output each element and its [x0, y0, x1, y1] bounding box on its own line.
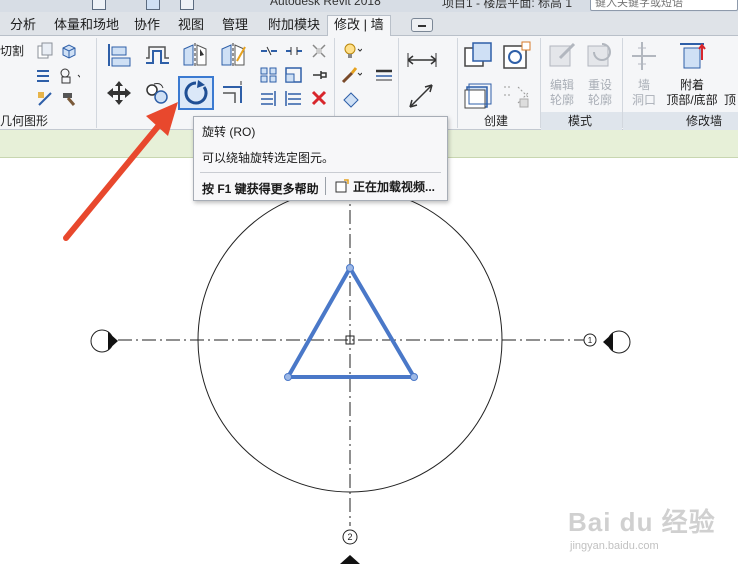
panel-separator: [96, 38, 97, 128]
wall-opening-icon[interactable]: [628, 40, 660, 72]
array-icon[interactable]: [258, 64, 280, 86]
grid-bubble-right: 1: [583, 333, 597, 347]
watermark-brand: Bai du 经验: [568, 507, 716, 537]
rotate-icon: [184, 80, 208, 105]
elevation-marker-bottom: [340, 555, 360, 564]
tooltip-video-label: 正在加载视频...: [353, 179, 436, 194]
mirror-draw-axis-icon[interactable]: [218, 40, 248, 70]
panel-separator: [334, 38, 335, 128]
ribbon-tab-bar: 分析 体量和场地 协作 视图 管理 附加模块 修改 | 墙: [0, 12, 738, 37]
title-bar: Autodesk Revit 2018 项目1 - 楼层平面: 标高 1: [0, 0, 738, 12]
move-icon[interactable]: [104, 78, 134, 108]
cut-label[interactable]: 切割: [0, 44, 24, 59]
rotate-tooltip: 旋转 (RO) 可以绕轴旋转选定图元。 按 F1 键获得更多帮助 正在加载视频.…: [193, 116, 448, 201]
copy-icon[interactable]: [34, 40, 56, 62]
rotate-button[interactable]: [178, 76, 214, 110]
tab-modify-wall[interactable]: 修改 | 墙: [327, 15, 391, 37]
split-gap-icon[interactable]: [283, 40, 305, 62]
aligned-dimension-icon[interactable]: [406, 80, 438, 112]
wall-joins-icon[interactable]: [34, 65, 56, 87]
watermark-site: jingyan.baidu.com: [570, 540, 659, 552]
tab-view[interactable]: 视图: [172, 16, 210, 36]
unpin-icon[interactable]: [308, 40, 330, 62]
grid-bubble-bottom: 2: [342, 529, 358, 545]
tooltip-description: 可以绕轴旋转选定图元。: [202, 151, 335, 165]
chevron-icon: [418, 22, 426, 27]
project-title: 项目1 - 楼层平面: 标高 1: [442, 0, 573, 10]
split-element-icon[interactable]: [258, 40, 280, 62]
panel-separator: [457, 38, 458, 128]
linework-icon[interactable]: [373, 64, 395, 86]
open-icon[interactable]: [92, 0, 106, 10]
create-similar-icon[interactable]: [500, 80, 532, 112]
grid-bubble-right-label: 1: [588, 336, 593, 345]
tooltip-title: 旋转 (RO): [202, 125, 256, 139]
eraser-icon[interactable]: [340, 88, 362, 110]
tooltip-divider: [200, 172, 441, 173]
video-icon: [335, 179, 349, 193]
scale-icon[interactable]: [283, 64, 305, 86]
attach-top-base-icon[interactable]: [676, 40, 708, 72]
panel-label-modify-wall: 修改墙: [686, 114, 723, 128]
pin-icon[interactable]: [308, 64, 330, 86]
join-geometry-icon[interactable]: [58, 65, 80, 87]
grid-bubble-bottom-label: 2: [347, 532, 352, 542]
attach-top-base-label[interactable]: 附着 顶部/底部: [664, 78, 720, 108]
search-box[interactable]: [590, 0, 738, 11]
tooltip-video-link[interactable]: 正在加载视频...: [335, 177, 435, 195]
paint-split-icon[interactable]: [34, 88, 56, 110]
align-icon[interactable]: [104, 40, 134, 70]
selected-triangle-wall: [284, 264, 418, 381]
tab-collaborate[interactable]: 协作: [128, 16, 166, 36]
elevation-marker-right: [603, 330, 631, 354]
create-parts-icon[interactable]: [500, 40, 532, 72]
offset-icon[interactable]: [142, 40, 172, 70]
measure-distance-icon[interactable]: [406, 44, 438, 76]
hammer-icon[interactable]: [58, 88, 80, 110]
panel-label-create: 创建: [484, 114, 509, 128]
wall-opening-label[interactable]: 墙 洞口: [628, 78, 660, 108]
copy-element-icon[interactable]: [142, 78, 172, 108]
cube-icon[interactable]: [58, 40, 80, 62]
detach-top-base-label[interactable]: 顶: [724, 93, 736, 108]
tooltip-help-text: 按 F1 键获得更多帮助: [202, 182, 319, 196]
tooltip-separator: [325, 177, 326, 195]
tab-addins[interactable]: 附加模块: [262, 16, 326, 36]
create-group-icon[interactable]: [462, 80, 494, 112]
trim-extend-icon[interactable]: [218, 78, 248, 108]
baidu-watermark: Bai du 经验 jingyan.baidu.com: [560, 494, 738, 564]
hide-bulb-icon[interactable]: [340, 40, 362, 62]
tab-manage[interactable]: 管理: [216, 16, 254, 36]
tab-analyze[interactable]: 分析: [4, 16, 42, 36]
elevation-marker-left: [90, 329, 118, 353]
extend-multiple-icon[interactable]: [283, 87, 305, 109]
app-title: Autodesk Revit 2018: [270, 0, 381, 8]
create-assembly-icon[interactable]: [462, 40, 494, 72]
panel-separator: [398, 38, 399, 128]
tab-massing-site[interactable]: 体量和场地: [48, 16, 125, 36]
trim-multiple-icon[interactable]: [258, 87, 280, 109]
close-hidden-icon[interactable]: [180, 0, 194, 10]
override-brush-icon[interactable]: [340, 64, 362, 86]
reset-profile-icon[interactable]: [584, 40, 616, 72]
panel-label-geometry: 几何图形: [0, 114, 49, 128]
edit-profile-label[interactable]: 编辑 轮廓: [546, 78, 578, 108]
edit-profile-icon[interactable]: [546, 40, 578, 72]
panel-label-mode: 模式: [568, 114, 593, 128]
search-input[interactable]: [591, 0, 737, 11]
mirror-pick-axis-icon[interactable]: [180, 40, 210, 70]
ribbon-display-toggle[interactable]: [411, 18, 433, 32]
delete-icon[interactable]: [308, 87, 330, 109]
measure-icon[interactable]: [146, 0, 160, 10]
reset-profile-label[interactable]: 重设 轮廓: [584, 78, 616, 108]
